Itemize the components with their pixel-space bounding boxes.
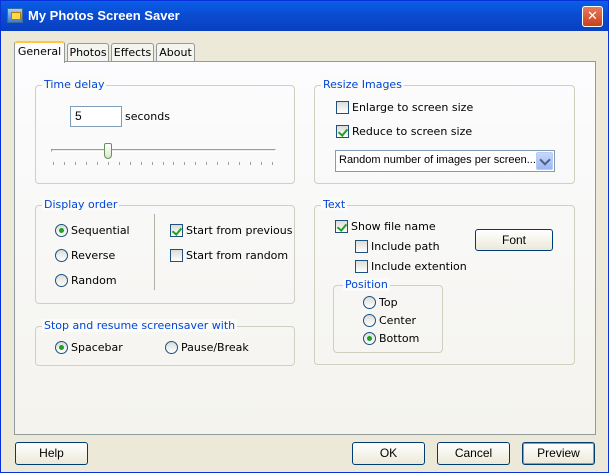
- title-bar[interactable]: My Photos Screen Saver ✕: [1, 1, 608, 31]
- position-legend: Position: [343, 278, 390, 291]
- window-title: My Photos Screen Saver: [28, 8, 180, 23]
- radio-circle[interactable]: [55, 249, 68, 262]
- checkbox-box[interactable]: [170, 249, 183, 262]
- slider-tick: [173, 162, 175, 165]
- radio-label: Spacebar: [71, 341, 123, 354]
- time-delay-slider-thumb[interactable]: [103, 143, 112, 159]
- tab-general[interactable]: General: [14, 41, 65, 63]
- resize-mode-value: Random number of images per screen...: [339, 154, 536, 166]
- radio-circle[interactable]: [363, 296, 376, 309]
- time-delay-legend: Time delay: [42, 78, 107, 91]
- radio-circle[interactable]: [55, 274, 68, 287]
- app-photo-icon: [7, 8, 23, 23]
- radio-label: Top: [379, 296, 398, 309]
- slider-tick: [217, 162, 219, 165]
- checkbox-box[interactable]: [355, 240, 368, 253]
- slider-tick: [140, 162, 142, 165]
- checkbox-label: Start from previous: [186, 224, 293, 237]
- slider-tick: [239, 162, 241, 165]
- checkbox-box[interactable]: [355, 260, 368, 273]
- slider-tick: [63, 162, 65, 165]
- resize-images-legend: Resize Images: [321, 78, 404, 91]
- text-legend: Text: [321, 198, 348, 211]
- time-delay-slider-track[interactable]: [51, 149, 276, 152]
- radio-label: Sequential: [71, 224, 130, 237]
- tab-effects[interactable]: Effects: [111, 43, 154, 61]
- radio-label: Center: [379, 314, 417, 327]
- slider-tick: [250, 162, 252, 165]
- help-button[interactable]: Help: [15, 442, 88, 465]
- time-delay-group: Time delay: [35, 78, 295, 184]
- general-tab-panel: Time delay 5 seconds Display order Seque…: [14, 61, 596, 435]
- display-order-legend: Display order: [42, 198, 120, 211]
- checkbox-box[interactable]: [170, 224, 183, 237]
- slider-tick: [261, 162, 263, 165]
- checkbox-label: Include path: [371, 240, 440, 253]
- seconds-label: seconds: [125, 110, 170, 123]
- checkbox-label: Enlarge to screen size: [352, 101, 474, 114]
- chevron-down-icon[interactable]: [536, 152, 553, 170]
- display-order-divider: [154, 214, 155, 290]
- preview-button[interactable]: Preview: [522, 442, 595, 465]
- radio-label: Reverse: [71, 249, 116, 262]
- slider-tick: [272, 162, 273, 165]
- radio-label: Bottom: [379, 332, 420, 345]
- slider-tick: [85, 162, 87, 165]
- font-button[interactable]: Font: [475, 229, 553, 251]
- stop-resume-legend: Stop and resume screensaver with: [42, 319, 238, 332]
- checkbox-label: Reduce to screen size: [352, 125, 473, 138]
- slider-tick: [162, 162, 164, 165]
- slider-tick: [74, 162, 76, 165]
- cancel-button[interactable]: Cancel: [437, 442, 510, 465]
- slider-tick: [228, 162, 230, 165]
- checkbox-box[interactable]: [336, 101, 349, 114]
- ok-button[interactable]: OK: [352, 442, 425, 465]
- dialog-window: My Photos Screen Saver ✕ General Photos …: [0, 0, 609, 473]
- radio-label: Pause/Break: [181, 341, 249, 354]
- checkbox-box[interactable]: [336, 125, 349, 138]
- slider-tick: [129, 162, 131, 165]
- checkbox-label: Start from random: [186, 249, 289, 262]
- radio-circle[interactable]: [363, 332, 376, 345]
- slider-tick: [151, 162, 153, 165]
- tab-about[interactable]: About: [156, 43, 195, 61]
- radio-circle[interactable]: [165, 341, 178, 354]
- checkbox-label: Include extention: [371, 260, 467, 273]
- time-delay-input[interactable]: 5: [70, 106, 122, 127]
- radio-circle[interactable]: [55, 224, 68, 237]
- slider-tick: [53, 162, 54, 165]
- checkbox-label: Show file name: [351, 220, 436, 233]
- close-button[interactable]: ✕: [582, 6, 603, 27]
- radio-circle[interactable]: [363, 314, 376, 327]
- radio-label: Random: [71, 274, 117, 287]
- tab-photos[interactable]: Photos: [67, 43, 109, 61]
- slider-tick: [184, 162, 186, 165]
- checkbox-box[interactable]: [335, 220, 348, 233]
- slider-tick: [118, 162, 120, 165]
- resize-mode-select[interactable]: Random number of images per screen...: [335, 150, 555, 172]
- radio-circle[interactable]: [55, 341, 68, 354]
- slider-tick: [195, 162, 197, 165]
- slider-tick: [96, 162, 98, 165]
- slider-tick: [206, 162, 208, 165]
- slider-tick: [107, 162, 109, 165]
